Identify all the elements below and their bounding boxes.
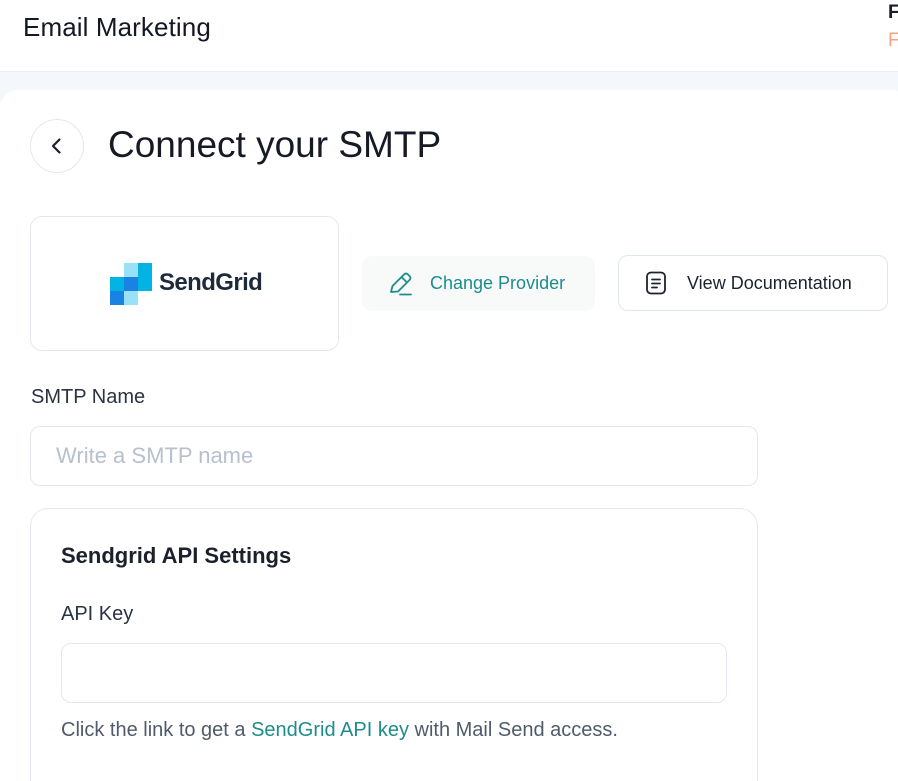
view-documentation-label: View Documentation bbox=[687, 272, 852, 293]
smtp-name-input[interactable] bbox=[30, 426, 758, 486]
api-settings-title: Sendgrid API Settings bbox=[61, 543, 292, 568]
api-key-label: API Key bbox=[61, 603, 134, 625]
document-icon bbox=[646, 271, 666, 295]
change-provider-button[interactable]: Change Provider bbox=[362, 256, 595, 311]
sendgrid-api-key-link[interactable]: SendGrid API key bbox=[251, 719, 409, 741]
change-provider-label: Change Provider bbox=[430, 273, 566, 293]
selected-provider-card: SendGrid bbox=[30, 216, 339, 351]
truncated-header-text: F bbox=[888, 2, 898, 23]
page-title: Connect your SMTP bbox=[108, 124, 442, 165]
smtp-name-label: SMTP Name bbox=[31, 386, 146, 408]
api-key-help-text: Click the link to get a SendGrid API key… bbox=[61, 719, 618, 742]
app-title: Email Marketing bbox=[23, 12, 211, 42]
pencil-icon bbox=[390, 272, 412, 295]
chevron-left-icon bbox=[51, 138, 61, 154]
help-text-suffix: with Mail Send access. bbox=[408, 719, 618, 741]
help-text-prefix: Click the link to get a bbox=[61, 719, 252, 741]
truncated-header-subtext: F bbox=[888, 30, 898, 51]
view-documentation-button[interactable]: View Documentation bbox=[618, 255, 888, 311]
back-button[interactable] bbox=[30, 119, 84, 173]
api-key-input[interactable] bbox=[61, 643, 727, 703]
provider-name: SendGrid bbox=[159, 269, 263, 296]
top-bar: Email Marketing F F bbox=[0, 0, 898, 72]
